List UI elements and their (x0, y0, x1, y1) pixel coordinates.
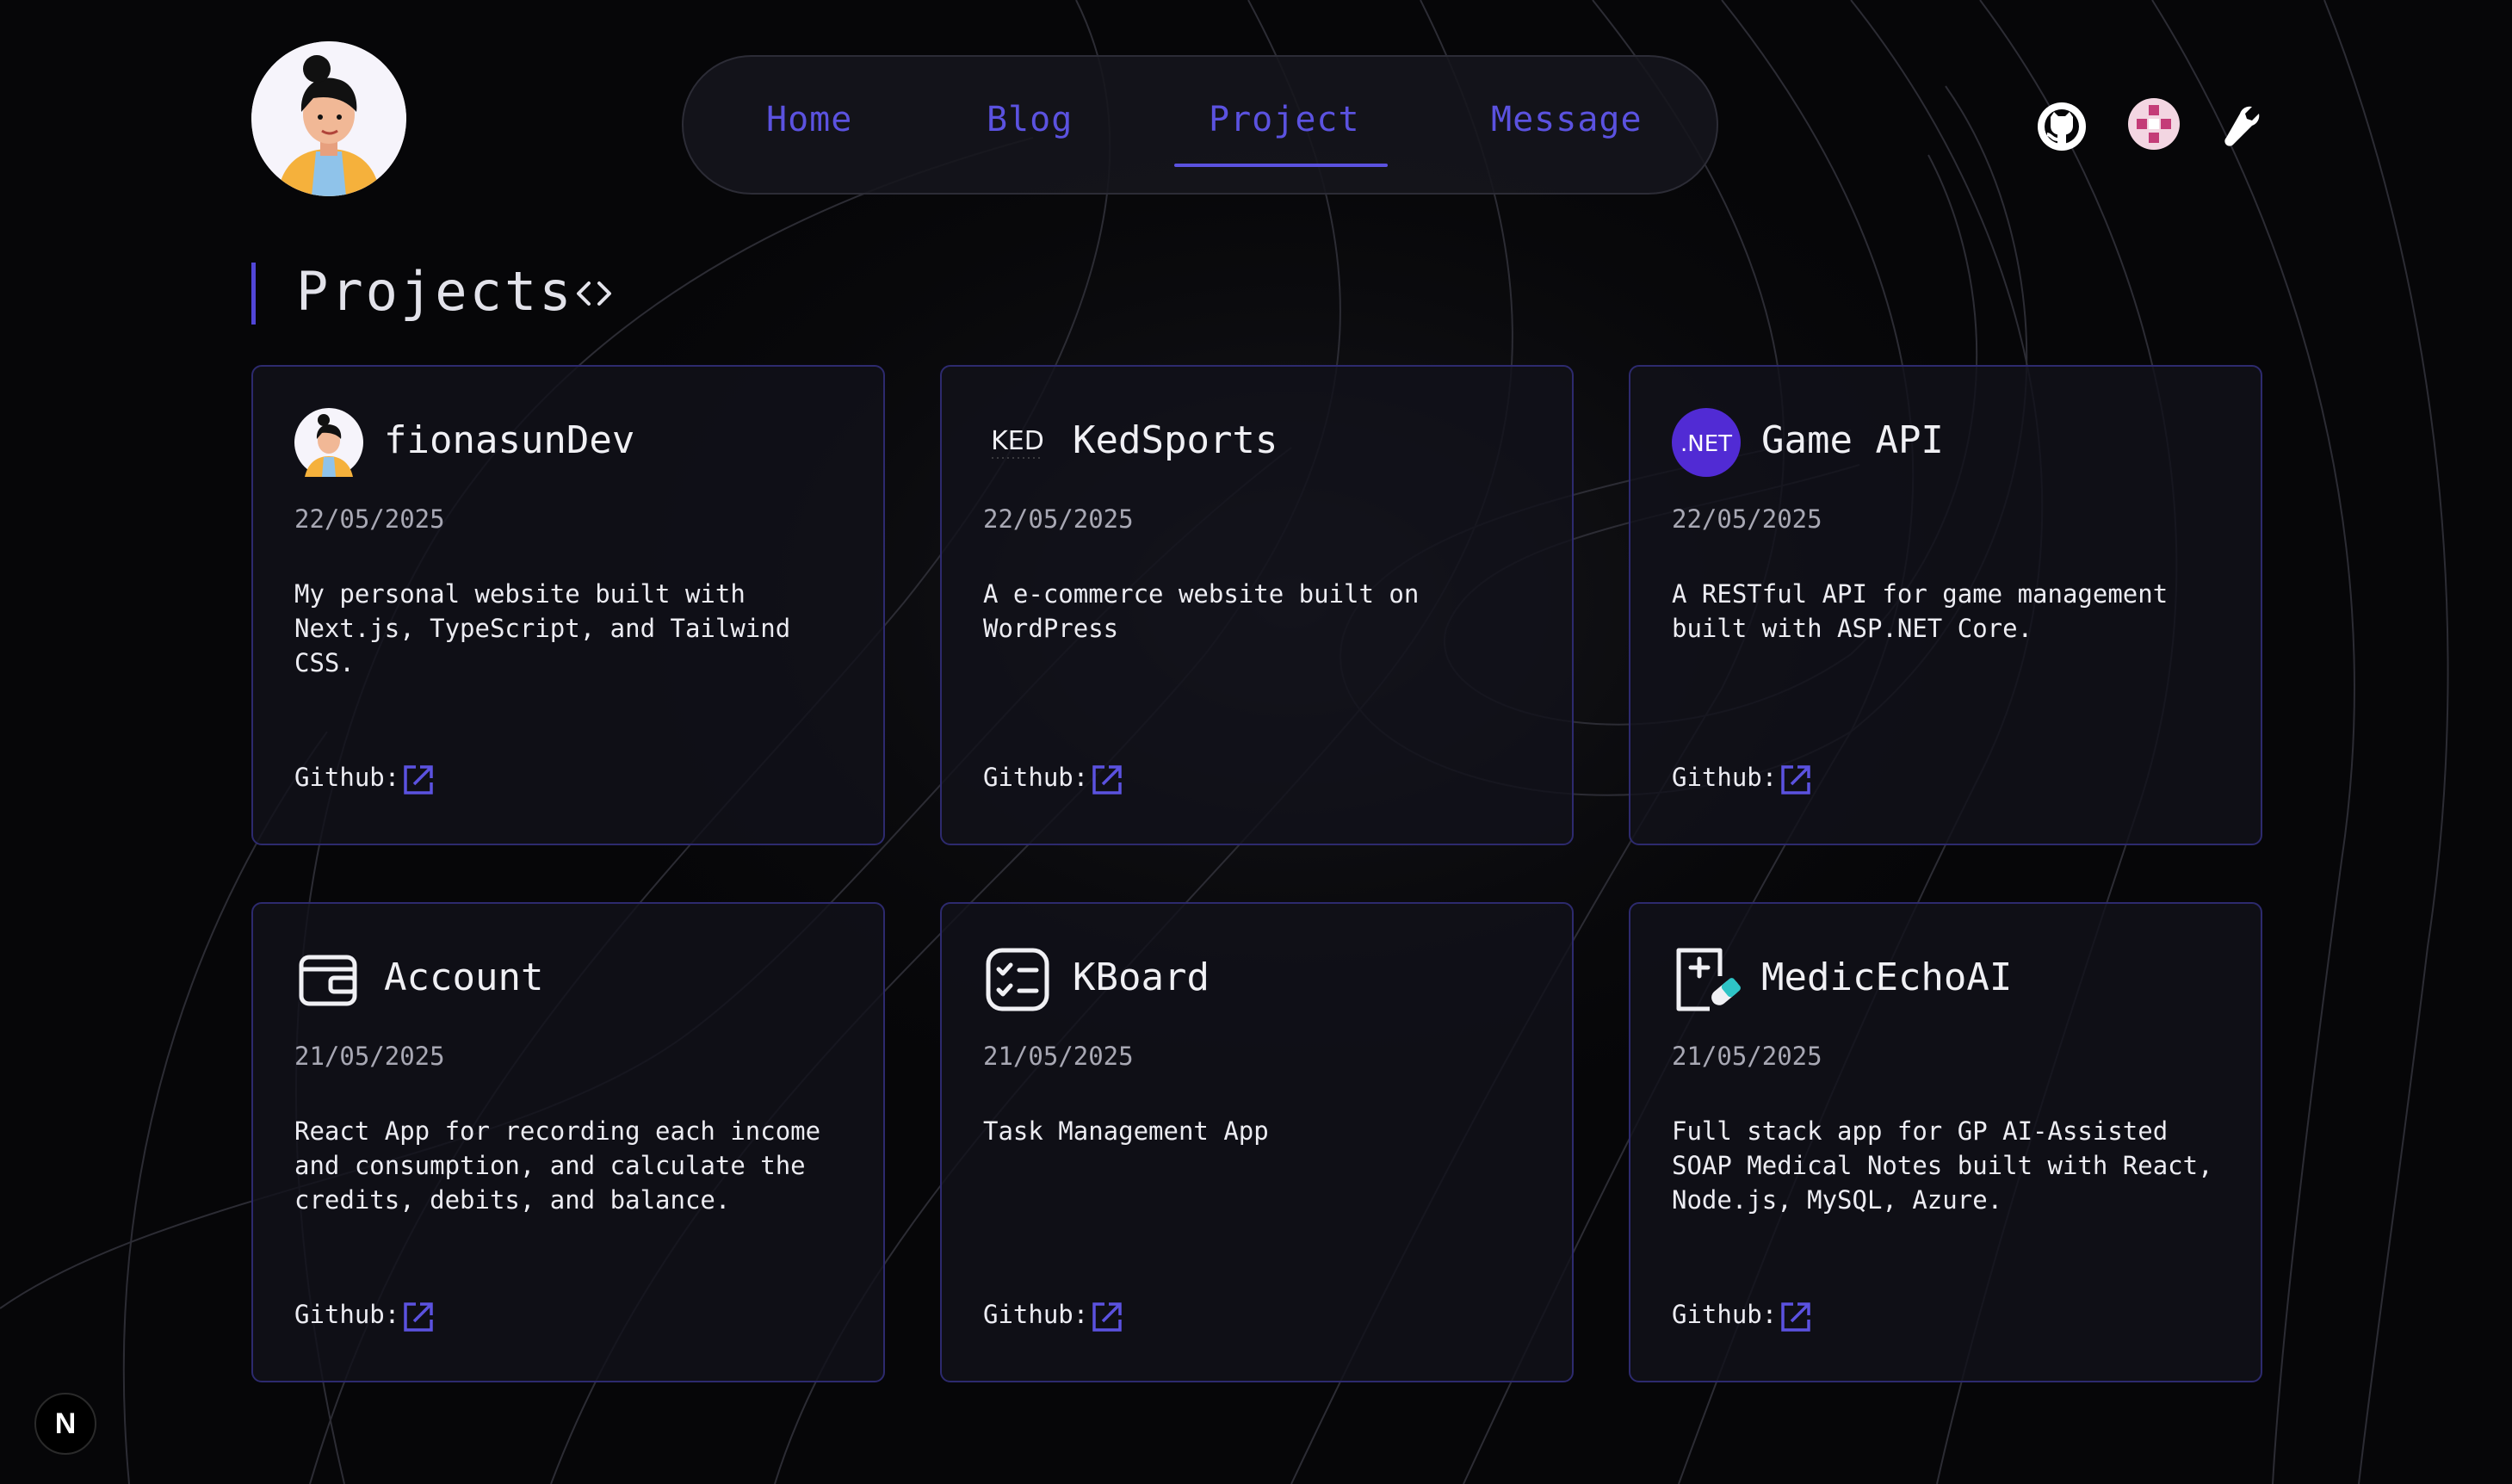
project-card-kboard[interactable]: KBoard 21/05/2025 Task Management App Gi… (940, 902, 1574, 1382)
profile-avatar[interactable] (251, 41, 406, 196)
avatar-icon (294, 408, 363, 477)
project-card-account[interactable]: Account 21/05/2025 React App for recordi… (251, 902, 885, 1382)
github-icon[interactable] (2035, 100, 2088, 153)
external-link-icon[interactable] (401, 763, 436, 797)
avatar-illustration-icon (251, 41, 406, 196)
project-name: KedSports (1073, 418, 1278, 462)
project-name: fionasunDev (384, 418, 635, 462)
dotnet-logo-icon: .NET (1672, 408, 1741, 477)
wallet-icon (299, 955, 357, 1006)
project-date: 21/05/2025 (983, 1042, 1134, 1071)
external-link-icon[interactable] (1090, 763, 1124, 797)
title-accent-bar (251, 263, 256, 325)
external-link-icon[interactable] (1090, 1300, 1124, 1334)
github-label: Github: (983, 763, 1089, 792)
project-card-fionasundev[interactable]: fionasunDev 22/05/2025 My personal websi… (251, 365, 885, 845)
pink-pixel-avatar-icon[interactable] (2126, 96, 2181, 151)
project-description: A e-commerce website built on WordPress (983, 579, 1434, 643)
project-description: My personal website built with Next.js, … (294, 579, 806, 677)
project-date: 22/05/2025 (983, 504, 1134, 534)
github-label: Github: (294, 763, 400, 792)
nav-blog[interactable]: Blog (987, 100, 1073, 139)
nav-message[interactable]: Message (1491, 100, 1643, 139)
project-name: Account (384, 955, 544, 999)
github-label: Github: (1672, 1300, 1778, 1329)
project-description: A RESTful API for game management built … (1672, 579, 2183, 643)
nav-active-indicator (1174, 164, 1388, 167)
dotnet-logo-text: .NET (1680, 431, 1732, 457)
wrench-icon[interactable] (2214, 102, 2264, 151)
nextjs-dev-badge[interactable]: N (34, 1393, 96, 1455)
external-link-icon[interactable] (401, 1300, 436, 1334)
project-date: 22/05/2025 (1672, 504, 1822, 534)
page: Home Blog Project Message Projects fiona… (0, 0, 2512, 1484)
github-label: Github: (294, 1300, 400, 1329)
project-card-game-api[interactable]: .NET Game API 22/05/2025 A RESTful API f… (1629, 365, 2262, 845)
project-card-medicechoai[interactable]: MedicEchoAI 21/05/2025 Full stack app fo… (1629, 902, 2262, 1382)
medical-report-icon (1676, 948, 1741, 1011)
external-link-icon[interactable] (1779, 1300, 1813, 1334)
project-date: 22/05/2025 (294, 504, 445, 534)
external-link-icon[interactable] (1779, 763, 1813, 797)
project-description: Task Management App (983, 1116, 1269, 1146)
github-label: Github: (1672, 763, 1778, 792)
main-nav: Home Blog Project Message (682, 55, 1718, 195)
project-description: Full stack app for GP AI-Assisted SOAP M… (1672, 1116, 2229, 1215)
project-date: 21/05/2025 (1672, 1042, 1822, 1071)
kedsports-logo-icon: KED (991, 426, 1044, 459)
project-date: 21/05/2025 (294, 1042, 445, 1071)
project-card-kedsports[interactable]: KED KedSports 22/05/2025 A e-commerce we… (940, 365, 1574, 845)
project-name: KBoard (1073, 955, 1210, 999)
checklist-icon (986, 948, 1049, 1011)
project-name: MedicEchoAI (1761, 955, 2013, 999)
project-name: Game API (1761, 418, 1944, 462)
project-description: React App for recording each income and … (294, 1116, 836, 1215)
page-title: Projects (296, 260, 574, 323)
code-brackets-icon (577, 281, 611, 306)
github-label: Github: (983, 1300, 1089, 1329)
nav-project[interactable]: Project (1209, 100, 1360, 139)
nav-home[interactable]: Home (766, 100, 852, 139)
nextjs-badge-letter: N (54, 1407, 77, 1440)
kedsports-logo-text: KED (991, 426, 1044, 456)
